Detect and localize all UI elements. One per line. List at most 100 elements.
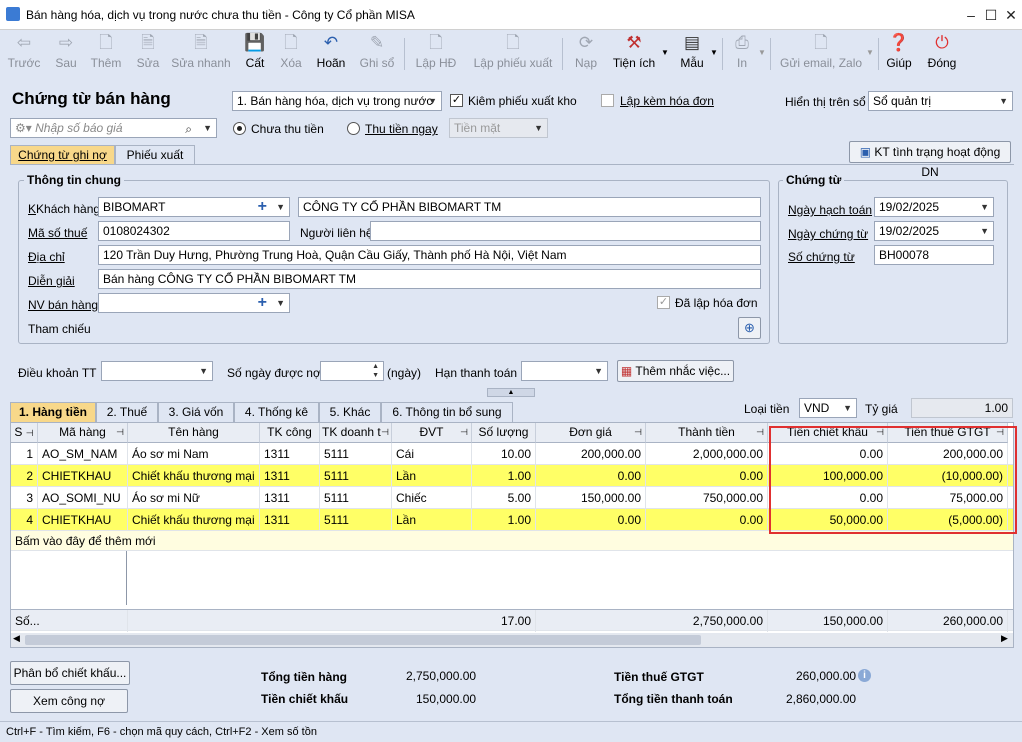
cell-stt[interactable]: 1 <box>11 443 38 465</box>
salesperson-input[interactable]: + ▼ <box>98 293 290 313</box>
customer-name-input[interactable]: CÔNG TY CỔ PHẦN BIBOMART TM <box>298 197 761 217</box>
currency-select[interactable]: VND ▼ <box>799 398 857 418</box>
cell-dongia[interactable]: 0.00 <box>536 465 646 487</box>
cell-tkcong[interactable]: 1311 <box>260 465 320 487</box>
add-new-row[interactable]: Bấm vào đây để thêm mới <box>11 531 1013 551</box>
cell-tkcong[interactable]: 1311 <box>260 509 320 531</box>
cell-sl[interactable]: 5.00 <box>472 487 536 509</box>
create-export-button[interactable]: 🗋 Lập phiếu xuất <box>472 32 554 76</box>
payment-terms-select[interactable]: ▼ <box>101 361 213 381</box>
tab-hang-tien[interactable]: 1. Hàng tiền <box>10 402 96 422</box>
send-dropdown-icon[interactable]: ▼ <box>866 48 874 57</box>
cell-tkdt[interactable]: 5111 <box>320 509 392 531</box>
col-header-don-gia[interactable]: Đơn giá ⊣ <box>536 423 646 443</box>
cell-sl[interactable]: 1.00 <box>472 465 536 487</box>
add-button[interactable]: 🗋 Thêm <box>88 32 124 76</box>
cell-stt[interactable]: 2 <box>11 465 38 487</box>
cell-dvt[interactable]: Lần <box>392 509 472 531</box>
col-header-thanh-tien[interactable]: Thành tiền ⊣ <box>646 423 768 443</box>
cell-stt[interactable]: 3 <box>11 487 38 509</box>
credit-days-input[interactable]: ▲ ▼ <box>320 361 384 381</box>
send-email-button[interactable]: 🗋 Gửi email, Zalo <box>780 32 862 76</box>
save-button[interactable]: 💾 Cất <box>240 32 270 76</box>
add-salesperson-icon[interactable]: + <box>258 294 267 312</box>
cell-ten[interactable]: Chiết khấu thương mại <box>128 465 260 487</box>
cell-tkdt[interactable]: 5111 <box>320 487 392 509</box>
cell-dvt[interactable]: Lần <box>392 465 472 487</box>
tab-gia-von[interactable]: 3. Giá vốn <box>158 402 234 422</box>
cell-tkcong[interactable]: 1311 <box>260 443 320 465</box>
customer-code-input[interactable]: BIBOMART + ▼ <box>98 197 290 217</box>
tab-thong-tin-bo-sung[interactable]: 6. Thông tin bổ sung <box>381 402 513 422</box>
minimize-button[interactable]: – <box>962 6 980 24</box>
cell-tkdt[interactable]: 5111 <box>320 443 392 465</box>
quick-edit-button[interactable]: 🗎 Sửa nhanh <box>170 32 232 76</box>
lap-kem-hoa-don-checkbox[interactable] <box>601 94 614 107</box>
chevron-down-icon[interactable]: ▼ <box>980 198 989 216</box>
print-button[interactable]: ⎙ In <box>730 32 754 76</box>
cell-tkdt[interactable]: 5111 <box>320 465 392 487</box>
utilities-button[interactable]: ⚒ Tiện ích <box>610 32 658 76</box>
chevron-down-icon[interactable]: ▼ <box>203 119 212 137</box>
address-input[interactable]: 120 Trần Duy Hưng, Phường Trung Hoà, Quậ… <box>98 245 761 265</box>
delete-button[interactable]: 🗋 Xóa <box>276 32 306 76</box>
voucher-date-input[interactable]: 19/02/2025 ▼ <box>874 221 994 241</box>
cell-dvt[interactable]: Cái <box>392 443 472 465</box>
kt-status-button[interactable]: ▣ KT tình trạng hoạt động DN <box>849 141 1011 179</box>
invoiced-checkbox[interactable]: ✓ <box>657 296 670 309</box>
scroll-right-icon[interactable]: ▶ <box>1001 633 1008 644</box>
exchange-rate-input[interactable]: 1.00 <box>911 398 1013 418</box>
help-button[interactable]: ❓ Giúp <box>884 32 914 76</box>
kiem-phieu-xuat-kho-checkbox[interactable]: ✓ <box>450 94 463 107</box>
template-button[interactable]: ▤ Mẫu <box>676 32 708 76</box>
cell-dongia[interactable]: 150,000.00 <box>536 487 646 509</box>
due-date-input[interactable]: ▼ <box>521 361 608 381</box>
col-header-ten-hang[interactable]: Tên hàng <box>128 423 260 443</box>
cell-thanhtien[interactable]: 2,000,000.00 <box>646 443 768 465</box>
col-header-tk-cong[interactable]: TK công <box>260 423 320 443</box>
search-icon[interactable]: ⌕ <box>185 120 192 137</box>
scrollbar-thumb[interactable] <box>25 635 701 645</box>
tax-code-input[interactable]: 0108024302 <box>98 221 290 241</box>
cell-ten[interactable]: Áo sơ mi Nam <box>128 443 260 465</box>
col-header-ma-hang[interactable]: Mã hàng ⊣ <box>38 423 128 443</box>
print-dropdown-icon[interactable]: ▼ <box>758 48 766 57</box>
col-header-stt[interactable]: S ⊣ <box>11 423 38 443</box>
edit-button[interactable]: 🗎 Sửa <box>133 32 163 76</box>
unpaid-radio[interactable] <box>233 122 246 135</box>
cell-tkcong[interactable]: 1311 <box>260 487 320 509</box>
col-header-tk-doanh-thu[interactable]: TK doanh t ⊣ <box>320 423 392 443</box>
voucher-type-select[interactable]: 1. Bán hàng hóa, dịch vụ trong nước ▼ <box>232 91 442 111</box>
reload-button[interactable]: ⟳ Nạp <box>572 32 600 76</box>
window-close-button[interactable]: ✕ <box>1002 6 1020 24</box>
cell-dvt[interactable]: Chiếc <box>392 487 472 509</box>
quote-search-input[interactable]: ⚙▾ Nhập số báo giá ⌕ ▼ <box>10 118 217 138</box>
tab-chung-tu-ghi-no[interactable]: Chứng từ ghi nợ <box>10 145 115 165</box>
cell-thanhtien[interactable]: 750,000.00 <box>646 487 768 509</box>
description-input[interactable]: Bán hàng CÔNG TY CỔ PHẦN BIBOMART TM <box>98 269 761 289</box>
close-form-button[interactable]: ⏻ Đóng <box>924 32 960 76</box>
cell-sl[interactable]: 1.00 <box>472 509 536 531</box>
prev-button[interactable]: ⇦ Trước <box>6 32 42 76</box>
add-reminder-button[interactable]: ▦ Thêm nhắc việc... <box>617 360 734 382</box>
info-icon[interactable]: i <box>858 669 871 682</box>
cell-ma[interactable]: CHIETKHAU <box>38 465 128 487</box>
next-button[interactable]: ⇨ Sau <box>50 32 82 76</box>
view-debt-button[interactable]: Xem công nợ <box>10 689 128 713</box>
display-ledger-select[interactable]: Sổ quản trị ▼ <box>868 91 1013 111</box>
cell-ma[interactable]: AO_SM_NAM <box>38 443 128 465</box>
gear-icon[interactable]: ⚙▾ <box>15 121 32 135</box>
allocate-discount-button[interactable]: Phân bổ chiết khấu... <box>10 661 130 685</box>
payment-method-select[interactable]: Tiền mặt ▼ <box>449 118 548 138</box>
cell-ten[interactable]: Áo sơ mi Nữ <box>128 487 260 509</box>
paid-now-radio[interactable] <box>347 122 360 135</box>
utilities-dropdown-icon[interactable]: ▼ <box>661 48 669 57</box>
tab-phieu-xuat[interactable]: Phiếu xuất <box>115 145 195 165</box>
tab-thong-ke[interactable]: 4. Thống kê <box>234 402 319 422</box>
chevron-down-icon[interactable]: ▼ <box>980 222 989 240</box>
cell-thanhtien[interactable]: 0.00 <box>646 509 768 531</box>
template-dropdown-icon[interactable]: ▼ <box>710 48 718 57</box>
contact-input[interactable] <box>370 221 761 241</box>
tab-thue[interactable]: 2. Thuế <box>96 402 158 422</box>
add-customer-icon[interactable]: + <box>258 198 267 216</box>
